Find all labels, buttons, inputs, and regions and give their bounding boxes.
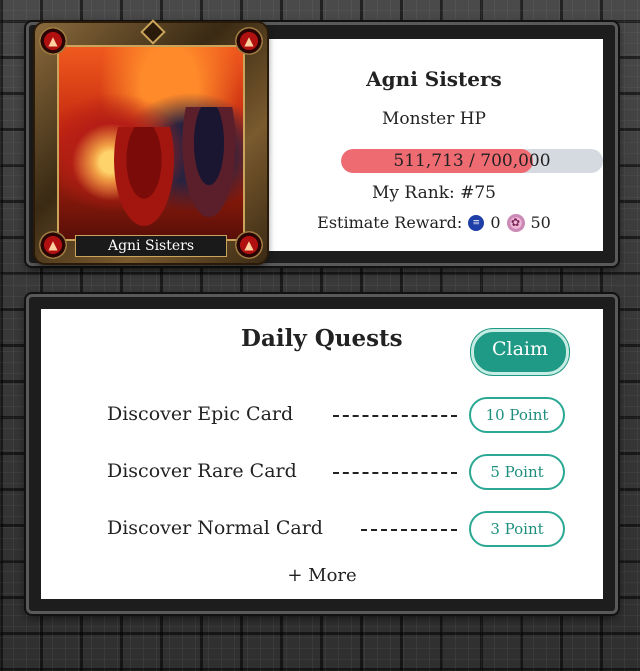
card-gem-ornament [140,19,166,45]
quest-row: Discover Epic Card 10 Point [107,397,565,433]
hp-label: Monster HP [381,109,486,129]
flame-icon: ▲ [39,231,67,259]
quest-label: Discover Normal Card [107,517,323,539]
card-figure-red [109,127,179,237]
reward-coin-value: 0 [490,213,501,232]
claim-button[interactable]: Claim [471,329,569,375]
daily-quests-title: Daily Quests [241,325,403,352]
flame-icon: ▲ [235,231,263,259]
card-figure-dark [179,107,239,227]
my-rank: My Rank: #75 [372,183,496,203]
card-nameplate: Agni Sisters [75,235,227,257]
quest-row: Discover Rare Card 5 Point [107,454,565,490]
quest-label: Discover Rare Card [107,460,297,482]
boss-panel: Agni Sisters Monster HP 511,713 / 700,00… [26,19,618,266]
hp-bar: 511,713 / 700,000 [341,149,603,173]
daily-quests-box: Daily Quests Claim Discover Epic Card 10… [41,309,603,599]
quest-dash [333,415,457,417]
quest-points: 10 Point [469,397,565,433]
fairy-token-icon: ✿ [506,213,525,232]
hp-value: 511,713 / 700,000 [393,151,551,171]
flame-icon: ▲ [235,27,263,55]
quest-points: 5 Point [469,454,565,490]
estimate-reward: Estimate Reward: ≡ 0 ✿ 50 [265,213,603,232]
daily-quests-panel: Daily Quests Claim Discover Epic Card 10… [26,294,618,614]
quest-label: Discover Epic Card [107,403,294,425]
flame-icon: ▲ [39,27,67,55]
boss-info-box: Agni Sisters Monster HP 511,713 / 700,00… [265,39,603,251]
coin-icon: ≡ [468,214,485,231]
quest-points: 3 Point [469,511,565,547]
boss-title: Agni Sisters [366,67,502,91]
boss-card-artwork [57,45,245,241]
reward-label: Estimate Reward: [317,213,463,232]
boss-card[interactable]: ▲ ▲ ▲ ▲ Agni Sisters [35,19,267,263]
quest-row: Discover Normal Card 3 Point [107,511,565,547]
reward-fairy-value: 50 [530,213,551,232]
quest-dash [333,472,457,474]
more-quests-link[interactable]: + More [41,565,603,586]
quest-dash [361,529,457,531]
